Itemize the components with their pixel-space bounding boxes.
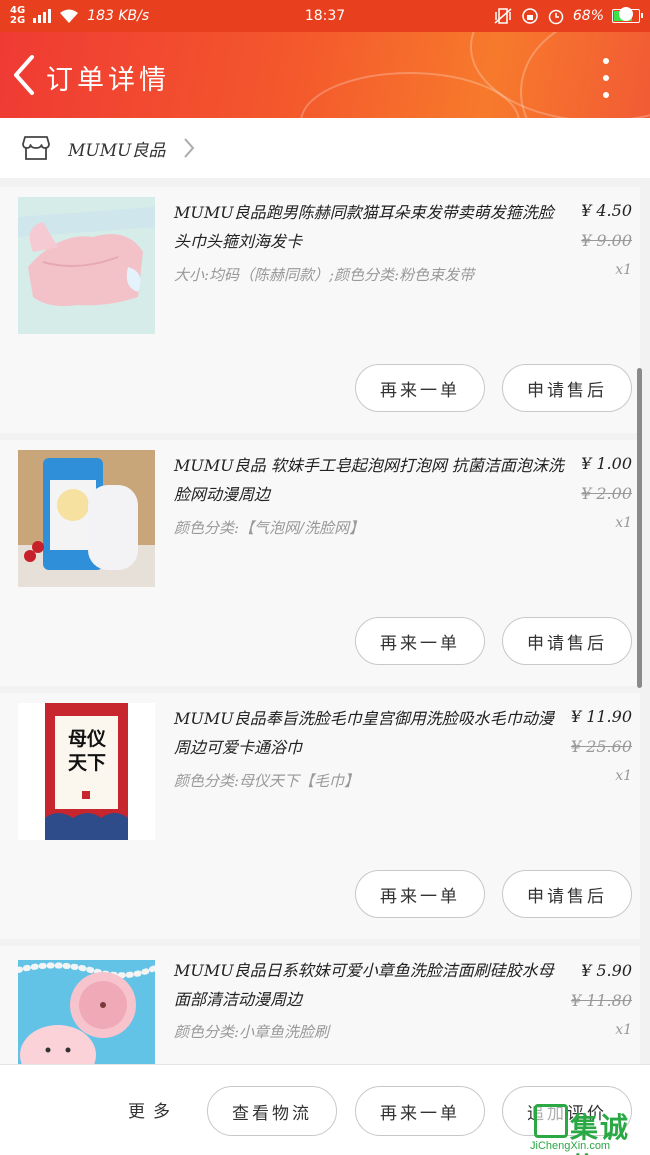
product-image[interactable]	[18, 197, 155, 334]
signal-icon	[33, 9, 52, 23]
product-title[interactable]: MUMU良品跑男陈赫同款猫耳朵束发带卖萌发箍洗脸头巾头箍刘海发卡	[174, 198, 564, 256]
price: ¥ 5.90	[581, 961, 632, 980]
product-title[interactable]: MUMU良品 软妹手工皂起泡网打泡网 抗菌洁面泡沫洗脸网动漫周边	[174, 451, 564, 509]
net-speed: 183 KB/s	[87, 8, 150, 24]
product-title[interactable]: MUMU良品奉旨洗脸毛巾皇宫御用洗脸吸水毛巾动漫周边可爱卡通浴巾	[174, 704, 564, 762]
status-bar: 4G 2G 183 KB/s 18:37 68%	[0, 0, 650, 32]
page-title: 订单详情	[46, 65, 170, 96]
towel-print: 母仪天下	[67, 728, 106, 774]
price: ¥ 11.90	[570, 707, 632, 726]
order-item[interactable]: 母仪天下 MUMU良品奉旨洗脸毛巾皇宫御用洗脸吸水毛巾动漫周边可爱卡通浴巾 颜色…	[0, 693, 640, 939]
notification-dot	[619, 7, 633, 21]
more-link[interactable]: 更多	[128, 1097, 178, 1122]
order-item[interactable]: MUMU良品日系软妹可爱小章鱼洗脸洁面刷硅胶水母面部清洁动漫周边 颜色分类:小章…	[0, 946, 640, 1064]
product-title[interactable]: MUMU良品日系软妹可爱小章鱼洗脸洁面刷硅胶水母面部清洁动漫周边	[174, 956, 564, 1014]
quantity: x1	[615, 768, 632, 784]
original-price: ¥ 25.60	[570, 737, 632, 756]
price: ¥ 4.50	[581, 201, 632, 220]
shop-name[interactable]: MUMU良品	[68, 136, 165, 161]
product-spec: 颜色分类:【气泡网/洗脸网】	[174, 519, 365, 537]
store-icon	[22, 136, 50, 160]
product-image[interactable]: 母仪天下	[18, 703, 155, 840]
rotation-lock-icon	[522, 8, 538, 24]
order-item[interactable]: MUMU良品 软妹手工皂起泡网打泡网 抗菌洁面泡沫洗脸网动漫周边 颜色分类:【气…	[0, 440, 640, 686]
buy-again-button[interactable]: 再来一单	[355, 1086, 485, 1136]
back-arrow-icon[interactable]	[10, 54, 38, 96]
battery-percent: 68%	[572, 8, 604, 24]
chevron-right-icon[interactable]	[183, 137, 195, 159]
quantity: x1	[615, 1022, 632, 1038]
buy-again-button[interactable]: 再来一单	[355, 617, 485, 665]
watermark-url: JiChengXin.com	[530, 1140, 611, 1152]
apply-after-sales-button[interactable]: 申请售后	[502, 364, 632, 412]
apply-after-sales-button[interactable]: 申请售后	[502, 870, 632, 918]
shop-row[interactable]: MUMU良品	[0, 118, 650, 178]
vibrate-icon	[494, 8, 512, 24]
original-price: ¥ 9.00	[581, 231, 632, 250]
original-price: ¥ 11.80	[570, 991, 632, 1010]
original-price: ¥ 2.00	[581, 484, 632, 503]
scrollbar[interactable]	[637, 368, 642, 688]
alarm-icon	[548, 9, 564, 25]
apply-after-sales-button[interactable]: 申请售后	[502, 617, 632, 665]
app-header: 订单详情	[0, 32, 650, 118]
network-type: 4G 2G	[10, 5, 26, 26]
product-spec: 颜色分类:小章鱼洗脸刷	[174, 1023, 330, 1041]
order-item[interactable]: MUMU良品跑男陈赫同款猫耳朵束发带卖萌发箍洗脸头巾头箍刘海发卡 大小:均码（陈…	[0, 187, 640, 433]
watermark-logo: 集诚信 JiChengXin.com	[530, 1102, 650, 1155]
product-spec: 大小:均码（陈赫同款）;颜色分类:粉色束发带	[174, 266, 475, 284]
wifi-icon	[60, 9, 79, 23]
quantity: x1	[615, 515, 632, 531]
product-spec: 颜色分类:母仪天下【毛巾】	[174, 772, 360, 790]
product-image[interactable]	[18, 960, 155, 1064]
watermark-box-icon	[534, 1104, 568, 1138]
buy-again-button[interactable]: 再来一单	[355, 364, 485, 412]
buy-again-button[interactable]: 再来一单	[355, 870, 485, 918]
more-vertical-icon[interactable]	[596, 58, 616, 98]
product-image[interactable]	[18, 450, 155, 587]
price: ¥ 1.00	[581, 454, 632, 473]
quantity: x1	[615, 262, 632, 278]
view-logistics-button[interactable]: 查看物流	[207, 1086, 337, 1136]
